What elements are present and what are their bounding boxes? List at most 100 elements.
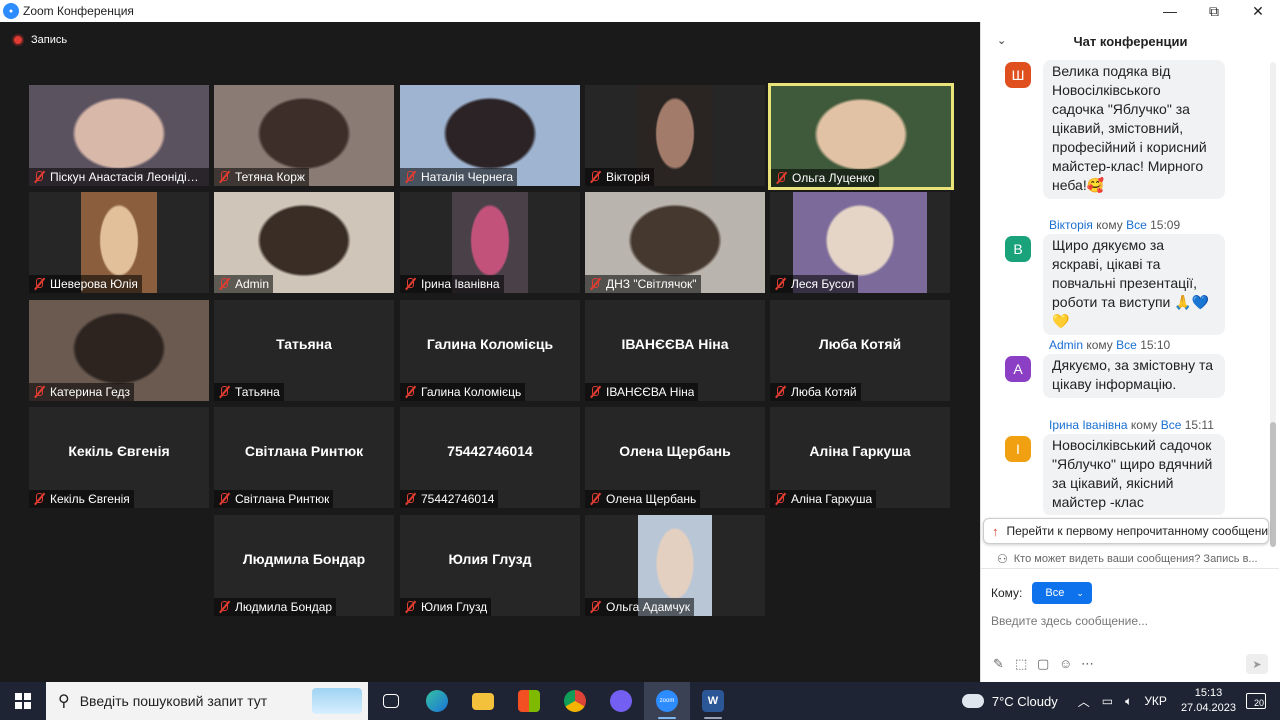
zoom-app-icon: ● [3, 3, 19, 19]
participant-tile[interactable]: Людмила Бондар Людмила Бондар [214, 515, 394, 616]
participant-name: Леся Бусол [791, 277, 855, 291]
file-icon[interactable]: ▢ [1037, 656, 1059, 672]
participant-tile[interactable]: Катерина Гедз [29, 300, 209, 401]
maximize-button[interactable]: ⧉ [1192, 0, 1236, 22]
clock[interactable]: 15:13 27.04.2023 [1181, 686, 1236, 716]
participant-name: Юлия Глузд [421, 600, 488, 614]
sender-name[interactable]: Вікторія [1049, 218, 1093, 232]
running-indicator [704, 717, 722, 719]
participant-name: Наталія Чернега [421, 170, 514, 184]
participant-tile[interactable]: Галина Коломієць Галина Коломієць [400, 300, 580, 401]
weather-widget[interactable]: 7°C Cloudy [961, 694, 1058, 709]
jump-to-unread-button[interactable]: ↑ Перейти к первому непрочитанному сообщ… [983, 518, 1269, 544]
participant-name: Вікторія [606, 170, 650, 184]
clock-time: 15:13 [1194, 687, 1223, 699]
send-button[interactable]: ➤ [1246, 654, 1268, 674]
participant-tile[interactable]: Люба Котяй Люба Котяй [770, 300, 950, 401]
participant-tile[interactable]: Аліна Гаркуша Аліна Гаркуша [770, 407, 950, 508]
participant-nameplate: Вікторія [585, 168, 654, 186]
participant-name: Аліна Гаркуша [791, 492, 873, 506]
chat-messages: Ш Велика подяка від Новосілківського сад… [981, 60, 1280, 515]
mic-muted-icon [588, 277, 602, 291]
word-button[interactable]: W [690, 682, 736, 720]
recording-label: Запись [31, 34, 68, 46]
edge-button[interactable] [414, 682, 460, 720]
zoom-icon: zoom [656, 690, 678, 712]
task-view-button[interactable] [368, 682, 414, 720]
chevron-down-icon[interactable]: ⌄ [997, 34, 1006, 47]
message-time: 15:10 [1140, 338, 1171, 352]
chat-panel: ⌄ Чат конференции Ш Велика подяка від Но… [980, 22, 1280, 682]
participant-tile[interactable]: Олена Щербань Олена Щербань [585, 407, 765, 508]
who-can-see-label: Кто может видеть ваши сообщения? Запись … [1013, 552, 1258, 565]
chat-header: ⌄ Чат конференции [981, 22, 1280, 60]
file-explorer-button[interactable] [460, 682, 506, 720]
folder-icon [472, 692, 494, 710]
taskbar-search[interactable]: ⚲ Введіть пошуковий запит тут [46, 682, 368, 720]
mic-muted-icon [774, 171, 788, 185]
volume-icon[interactable]: 🔈︎ [1125, 694, 1132, 709]
participant-tile[interactable]: Тетяна Корж [214, 85, 394, 186]
chat-scrollbar-thumb[interactable] [1270, 422, 1276, 547]
participant-tile[interactable]: Вікторія [585, 85, 765, 186]
sender-name[interactable]: Ірина Іванівна [1049, 418, 1128, 432]
format-icon[interactable]: ✎ [993, 656, 1015, 672]
message-input[interactable] [991, 610, 1261, 632]
participant-name: Ірина Іванівна [421, 277, 500, 291]
participant-name: ДНЗ "Світлячок" [606, 277, 697, 291]
avatar: I [1005, 436, 1031, 462]
record-icon [12, 34, 24, 46]
participant-tile[interactable]: Admin [214, 192, 394, 293]
search-highlight-image [312, 688, 362, 714]
cloud-icon [961, 694, 984, 708]
notification-icon[interactable]: 20 [1246, 693, 1266, 709]
participant-nameplate: Тетяна Корж [214, 168, 309, 186]
chrome-button[interactable] [552, 682, 598, 720]
message-meta: Ірина Іванівна кому Все 15:11 [1049, 418, 1214, 432]
participant-tile[interactable]: Піскун Анастасія Леонідівна [29, 85, 209, 186]
store-button[interactable] [506, 682, 552, 720]
recipient-select[interactable]: Все ⌄ [1032, 582, 1092, 604]
language-indicator[interactable]: УКР [1144, 694, 1167, 708]
chevron-up-icon[interactable]: ︿ [1078, 693, 1090, 710]
sender-name[interactable]: Admin [1049, 338, 1083, 352]
emoji-icon[interactable]: ☺ [1059, 656, 1081, 672]
participant-tile[interactable]: Татьяна Татьяна [214, 300, 394, 401]
participant-name: Світлана Ринтюк [235, 492, 330, 506]
participant-tile[interactable]: Світлана Ринтюк Світлана Ринтюк [214, 407, 394, 508]
avatar: В [1005, 236, 1031, 262]
close-button[interactable]: ✕ [1236, 0, 1280, 22]
participant-tile[interactable]: Наталія Чернега [400, 85, 580, 186]
who-can-see-messages[interactable]: ⚇ Кто может видеть ваши сообщения? Запис… [981, 549, 1279, 569]
participant-tile[interactable]: Ольга Луценко [768, 83, 954, 190]
title-bar: ● Zoom Конференция — ⧉ ✕ [0, 0, 1280, 22]
participant-nameplate: Татьяна [214, 383, 284, 401]
participant-nameplate: Піскун Анастасія Леонідівна [29, 168, 209, 186]
participant-display-name: Татьяна [276, 336, 332, 352]
participant-tile[interactable]: ДНЗ "Світлячок" [585, 192, 765, 293]
recipient-name[interactable]: Все [1116, 338, 1137, 352]
participant-tile[interactable]: Юлия Глузд Юлия Глузд [400, 515, 580, 616]
screenshot-icon[interactable]: ⬚ [1015, 656, 1037, 672]
participant-name: Тетяна Корж [235, 170, 305, 184]
participant-tile[interactable]: Ольга Адамчук [585, 515, 765, 616]
participant-nameplate: Світлана Ринтюк [214, 490, 334, 508]
minimize-button[interactable]: — [1148, 0, 1192, 22]
start-button[interactable] [0, 682, 46, 720]
zoom-taskbar-button[interactable]: zoom [644, 682, 690, 720]
viber-button[interactable] [598, 682, 644, 720]
participant-tile[interactable]: Шеверова Юлія [29, 192, 209, 293]
network-icon[interactable]: ▭ [1102, 694, 1113, 708]
participant-tile[interactable]: Кекіль Євгенія Кекіль Євгенія [29, 407, 209, 508]
participant-tile[interactable]: Ірина Іванівна [400, 192, 580, 293]
participant-nameplate: Юлия Глузд [400, 598, 492, 616]
recording-indicator[interactable]: Запись [12, 34, 67, 46]
participant-tile[interactable]: 75442746014 75442746014 [400, 407, 580, 508]
system-tray: 7°C Cloudy ︿ ▭ 🔈︎ УКР 15:13 27.04.2023 2… [961, 682, 1280, 720]
participant-tile[interactable]: Леся Бусол [770, 192, 950, 293]
edge-icon [426, 690, 448, 712]
more-icon[interactable]: ⋯ [1081, 656, 1103, 672]
participant-tile[interactable]: ІВАНЄЄВА Ніна ІВАНЄЄВА Ніна [585, 300, 765, 401]
recipient-name[interactable]: Все [1161, 418, 1182, 432]
recipient-name[interactable]: Все [1126, 218, 1147, 232]
